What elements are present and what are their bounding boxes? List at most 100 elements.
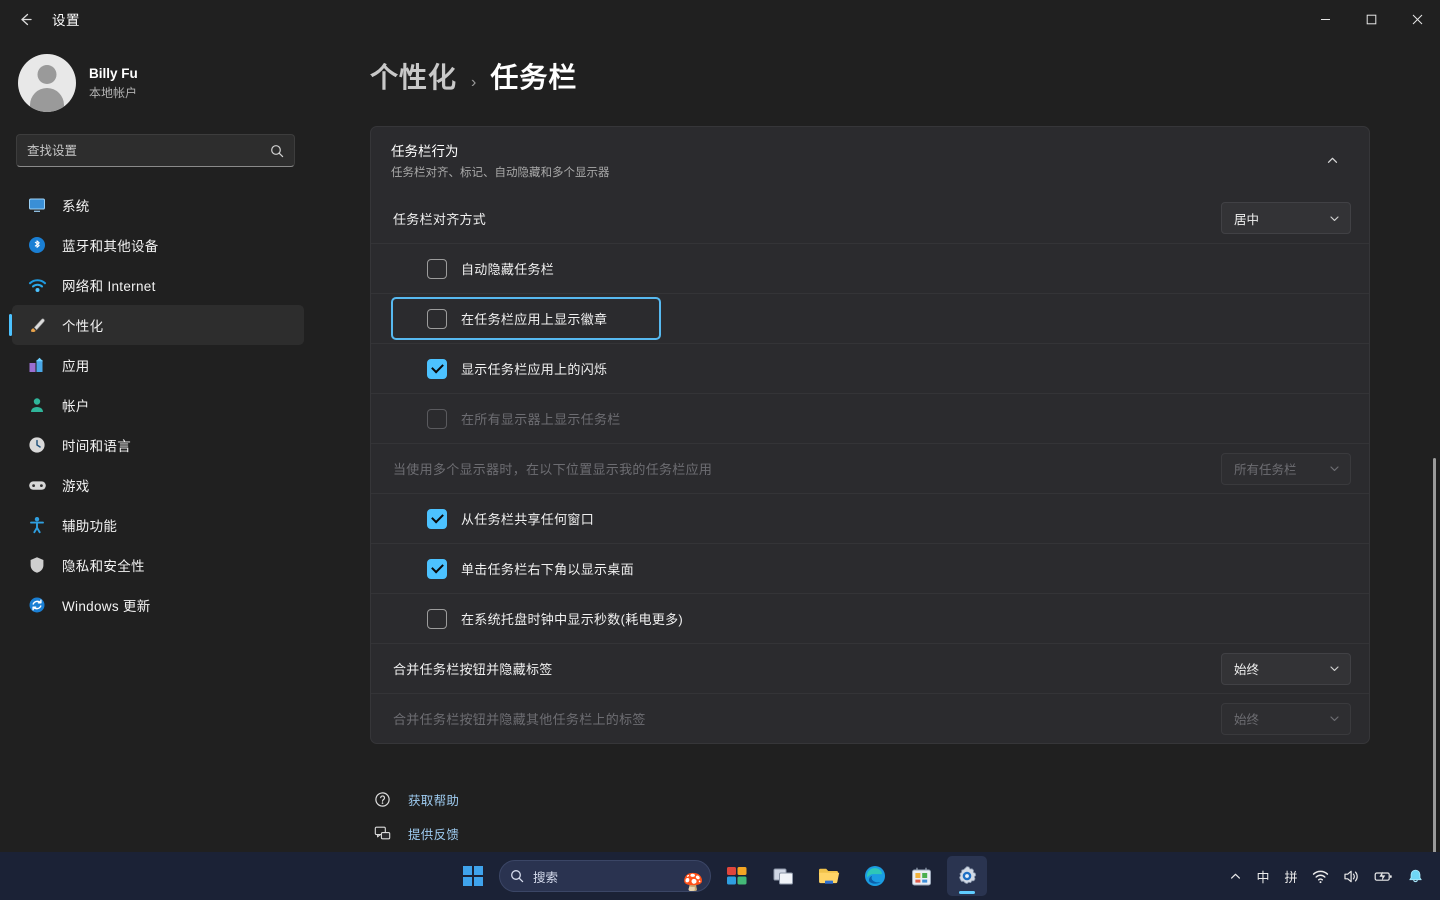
checkbox-label: 在系统托盘时钟中显示秒数(耗电更多) (461, 612, 684, 627)
row-show-flashing[interactable]: 显示任务栏应用上的闪烁 (371, 343, 1369, 393)
sidebar-item-apps[interactable]: 应用 (12, 345, 304, 385)
auto-hide-taskbar-checkbox[interactable] (427, 258, 447, 279)
settings-window: 设置 Billy Fu 本地帐户 查找设置 系统 蓝牙和其他设备 网络和 Int… (0, 0, 1440, 900)
settings-icon[interactable] (947, 856, 987, 896)
sidebar-item-gaming[interactable]: 游戏 (12, 465, 304, 505)
back-button[interactable] (6, 4, 44, 34)
volume-icon[interactable] (1337, 859, 1366, 893)
chevron-down-icon (1329, 663, 1340, 674)
network-icon (27, 275, 47, 295)
widgets-icon[interactable] (717, 856, 757, 896)
chevron-up-icon[interactable] (1317, 145, 1347, 175)
sidebar-item-accessibility[interactable]: 辅助功能 (12, 505, 304, 545)
sidebar-item-windows-update[interactable]: Windows 更新 (12, 585, 304, 625)
row-auto-hide-taskbar[interactable]: 自动隐藏任务栏 (371, 243, 1369, 293)
window-controls (1302, 0, 1440, 38)
link-label: 提供反馈 (408, 827, 460, 842)
time-language-icon (27, 435, 47, 455)
dropdown-value: 居中 (1234, 212, 1260, 227)
search-box[interactable] (16, 134, 295, 167)
row-label: 任务栏对齐方式 (393, 211, 487, 227)
taskbar-alignment-dropdown[interactable]: 居中 (1221, 202, 1351, 234)
checkbox-label: 显示任务栏应用上的闪烁 (461, 362, 608, 377)
card-subtitle: 任务栏对齐、标记、自动隐藏和多个显示器 (391, 167, 610, 179)
taskbar-behaviors-card: 任务栏行为 任务栏对齐、标记、自动隐藏和多个显示器 任务栏对齐方式 居中 自动隐… (370, 126, 1370, 744)
search-icon (510, 869, 524, 883)
show-badges-checkbox[interactable] (427, 308, 447, 329)
sidebar-item-network[interactable]: 网络和 Internet (12, 265, 304, 305)
sidebar-item-system[interactable]: 系统 (12, 185, 304, 225)
taskbar-search-box[interactable]: 搜索 🍄 (499, 860, 711, 892)
windows-update-icon (27, 595, 47, 615)
show-seconds-checkbox[interactable] (427, 608, 447, 629)
sidebar-item-label: 应用 (62, 359, 90, 374)
title-bar: 设置 (0, 0, 1440, 38)
row-show-desktop-corner[interactable]: 单击任务栏右下角以显示桌面 (371, 543, 1369, 593)
maximize-button[interactable] (1348, 0, 1394, 38)
show-desktop-corner-checkbox[interactable] (427, 558, 447, 579)
file-explorer-icon[interactable] (809, 856, 849, 896)
row-show-seconds-in-clock[interactable]: 在系统托盘时钟中显示秒数(耗电更多) (371, 593, 1369, 643)
sidebar-item-privacy-security[interactable]: 隐私和安全性 (12, 545, 304, 585)
privacy-security-icon (27, 555, 47, 575)
checkbox-label: 从任务栏共享任何窗口 (461, 512, 595, 527)
ime-mode-icon[interactable]: 中 (1250, 859, 1276, 893)
search-input[interactable] (27, 143, 270, 158)
sidebar-item-label: 系统 (62, 199, 90, 214)
chevron-down-icon (1329, 463, 1340, 474)
checkbox-label: 单击任务栏右下角以显示桌面 (461, 562, 634, 577)
content-scrollbar[interactable] (1433, 458, 1436, 888)
row-taskbar-alignment: 任务栏对齐方式 居中 (371, 193, 1369, 243)
give-feedback-link[interactable]: 提供反馈 (372, 816, 1440, 850)
card-header[interactable]: 任务栏行为 任务栏对齐、标记、自动隐藏和多个显示器 (371, 127, 1369, 193)
taskbar-center-group: 搜索 🍄 (453, 856, 987, 896)
chevron-down-icon (1329, 713, 1340, 724)
combine-taskbar-buttons-dropdown[interactable]: 始终 (1221, 652, 1351, 685)
sidebar-item-time-language[interactable]: 时间和语言 (12, 425, 304, 465)
show-flashing-checkbox[interactable] (427, 358, 447, 379)
chevron-up-icon[interactable] (1222, 859, 1248, 893)
personalization-icon (27, 315, 47, 335)
breadcrumb-parent[interactable]: 个性化 (370, 56, 457, 96)
edge-icon[interactable] (855, 856, 895, 896)
gaming-icon (27, 475, 47, 495)
row-multi-display-apps: 当使用多个显示器时，在以下位置显示我的任务栏应用 所有任务栏 (371, 443, 1369, 493)
row-combine-other-taskbars: 合并任务栏按钮并隐藏其他任务栏上的标签 始终 (371, 693, 1369, 743)
start-button[interactable] (453, 856, 493, 896)
share-any-window-checkbox[interactable] (427, 508, 447, 529)
wifi-icon[interactable] (1306, 859, 1335, 893)
dropdown-value: 始终 (1234, 713, 1260, 727)
ime-pinyin-icon[interactable]: 拼 (1278, 859, 1304, 893)
page-title: 任务栏 (490, 62, 578, 93)
accounts-icon (27, 395, 47, 415)
sidebar-item-label: 隐私和安全性 (62, 559, 145, 574)
sidebar-item-bluetooth[interactable]: 蓝牙和其他设备 (12, 225, 304, 265)
card-title: 任务栏行为 (391, 144, 459, 159)
row-share-any-window[interactable]: 从任务栏共享任何窗口 (371, 493, 1369, 543)
sidebar-item-accounts[interactable]: 帐户 (12, 385, 304, 425)
chevron-down-icon (1329, 213, 1340, 224)
row-combine-taskbar-buttons: 合并任务栏按钮并隐藏标签 始终 (371, 643, 1369, 693)
checkbox-label: 在所有显示器上显示任务栏 (461, 412, 621, 427)
system-icon (27, 195, 47, 215)
sidebar-item-label: 游戏 (62, 479, 90, 494)
row-show-on-all-displays: 在所有显示器上显示任务栏 (371, 393, 1369, 443)
notification-bell-icon[interactable] (1401, 859, 1430, 893)
row-show-badges[interactable]: 在任务栏应用上显示徽章 (371, 293, 1369, 343)
minimize-button[interactable] (1302, 0, 1348, 38)
store-icon[interactable] (901, 856, 941, 896)
close-button[interactable] (1394, 0, 1440, 38)
sidebar-item-label: 个性化 (62, 319, 104, 334)
task-view-icon[interactable] (763, 856, 803, 896)
get-help-link[interactable]: 获取帮助 (372, 782, 1440, 816)
feedback-icon (372, 823, 392, 843)
sidebar-item-personalization[interactable]: 个性化 (9, 305, 304, 345)
battery-icon[interactable] (1368, 859, 1399, 893)
user-profile[interactable]: Billy Fu 本地帐户 (0, 38, 320, 112)
combine-other-taskbars-dropdown: 始终 (1221, 702, 1351, 735)
avatar (18, 54, 76, 112)
sidebar: Billy Fu 本地帐户 系统 蓝牙和其他设备 (0, 38, 320, 900)
link-label: 获取帮助 (408, 793, 460, 808)
taskbar: 搜索 🍄 中 拼 (0, 852, 1440, 900)
windows-start-icon (462, 865, 484, 887)
